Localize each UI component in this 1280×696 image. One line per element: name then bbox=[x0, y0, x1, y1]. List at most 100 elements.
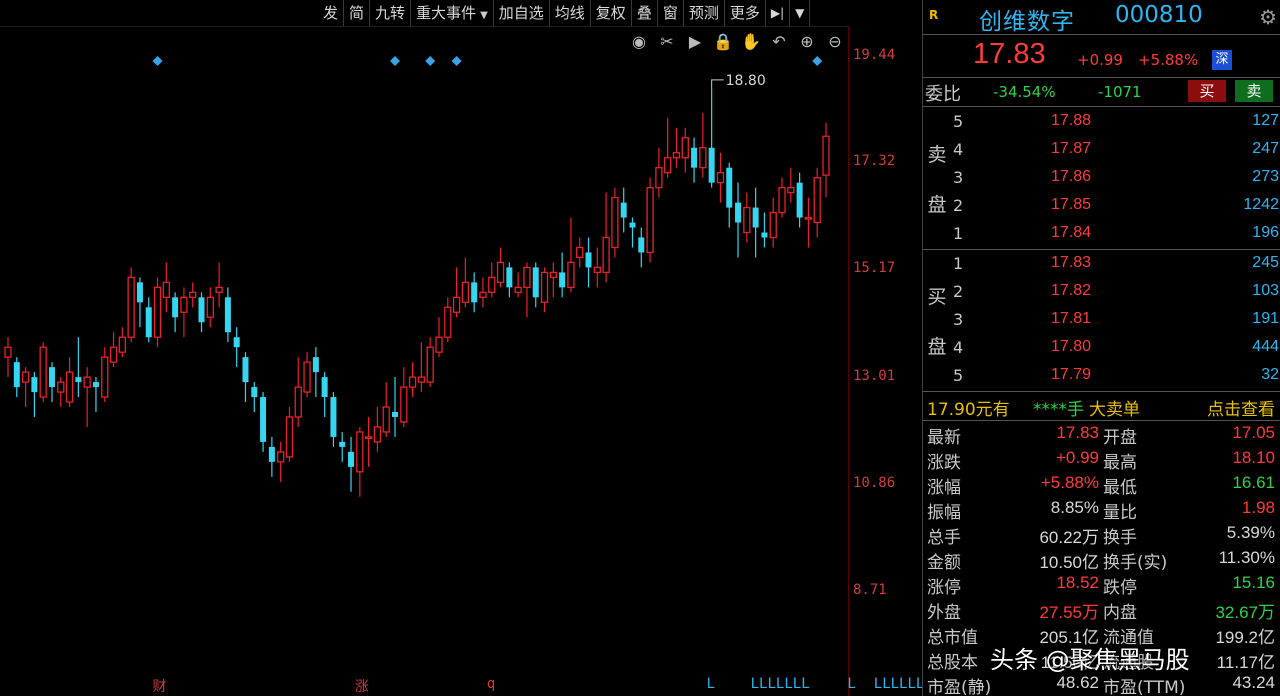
quote-value: 199.2亿 bbox=[1215, 628, 1275, 647]
event-mark[interactable]: 财 bbox=[153, 676, 167, 696]
buy-button[interactable]: 买 bbox=[1188, 80, 1226, 102]
quote-row: 外盘 27.55万 内盘 32.67万 bbox=[923, 596, 1280, 623]
kline-chart-pane[interactable]: 发简九转 重大事件 ▼ 加自选 均线 复权叠窗预测 更多 ▶| ▼ ◉ ✂ ▶ 🔒 ✋ ↶ ⊕ ⊖ 18.80… bbox=[0, 0, 933, 696]
book-price: 17.84 bbox=[1051, 224, 1092, 241]
event-mark[interactable]: L bbox=[707, 676, 715, 692]
book-price: 17.88 bbox=[1051, 112, 1092, 129]
candle bbox=[13, 357, 20, 398]
candle bbox=[611, 187, 619, 258]
candle bbox=[769, 197, 777, 248]
quote-row: 金额 10.50亿 换手(实) 11.30% bbox=[923, 546, 1280, 573]
candle bbox=[224, 287, 231, 343]
price-tick-label: 10.86 bbox=[853, 474, 896, 491]
sell-level-row[interactable]: 1 17.84 196 bbox=[953, 220, 1279, 248]
book-level: 2 bbox=[953, 282, 964, 301]
quote-label: 开盘 bbox=[1103, 428, 1137, 448]
peak-annotation-label: 18.80 bbox=[726, 73, 766, 89]
candlestick-chart[interactable]: 18.80 bbox=[0, 0, 848, 696]
sell-level-row[interactable]: 5 17.88 127 bbox=[953, 108, 1279, 136]
signal-diamond-marker[interactable] bbox=[451, 56, 462, 66]
candle bbox=[726, 162, 733, 228]
sell-level-row[interactable]: 3 17.86 273 bbox=[953, 164, 1279, 192]
sell-level-row[interactable]: 4 17.87 247 bbox=[953, 136, 1279, 164]
book-vol: 444 bbox=[1252, 338, 1279, 355]
book-vol: 127 bbox=[1252, 112, 1279, 129]
candle bbox=[172, 292, 179, 333]
candle bbox=[435, 317, 443, 358]
signal-diamond-marker[interactable] bbox=[425, 56, 436, 66]
event-mark[interactable]: L bbox=[847, 676, 855, 692]
stock-name: 创维数字 bbox=[979, 9, 1075, 35]
quote-label: 内盘 bbox=[1103, 603, 1137, 623]
event-mark[interactable]: 涨 bbox=[355, 676, 369, 696]
quote-value: 11.30% bbox=[1218, 548, 1275, 567]
book-level: 3 bbox=[953, 168, 964, 187]
candle bbox=[21, 367, 30, 408]
book-price: 17.85 bbox=[1051, 196, 1092, 213]
event-marks-row: 财涨 q L LLLLLLL L LLLLLLL bbox=[0, 676, 933, 696]
buy-level-row[interactable]: 4 17.80 444 bbox=[953, 334, 1279, 362]
book-vol: 245 bbox=[1252, 254, 1279, 271]
gear-icon[interactable]: ⚙ bbox=[1259, 5, 1277, 29]
buy-level-row[interactable]: 1 17.83 245 bbox=[953, 250, 1279, 278]
candle bbox=[602, 192, 610, 283]
exchange-badge: 深 bbox=[1212, 50, 1232, 70]
event-mark[interactable]: q bbox=[487, 676, 495, 692]
book-price: 17.81 bbox=[1051, 310, 1092, 327]
candle bbox=[417, 342, 426, 393]
buy-level-row[interactable]: 3 17.81 191 bbox=[953, 306, 1279, 334]
buy-level-row[interactable]: 5 17.79 32 bbox=[953, 362, 1279, 390]
order-ratio-diff: -1071 bbox=[1098, 83, 1142, 101]
quote-value: 60.22万 bbox=[1039, 528, 1099, 547]
quote-value: 1.98 bbox=[1241, 498, 1275, 517]
sell-level-row[interactable]: 2 17.85 1242 bbox=[953, 192, 1279, 220]
candle bbox=[206, 287, 214, 328]
signal-diamond-marker[interactable] bbox=[390, 56, 401, 66]
quote-row: 涨幅 +5.88% 最低 16.61 bbox=[923, 471, 1280, 498]
candle bbox=[593, 247, 601, 288]
candle bbox=[136, 277, 143, 328]
candle bbox=[488, 262, 496, 298]
candle bbox=[549, 262, 557, 298]
candle bbox=[681, 127, 689, 173]
candle bbox=[804, 197, 813, 248]
stock-title-row: R 创维数字 000810 ⚙ bbox=[923, 0, 1280, 35]
book-level: 4 bbox=[953, 140, 964, 159]
book-vol: 32 bbox=[1261, 366, 1279, 383]
candle bbox=[145, 297, 152, 343]
signal-diamond-marker[interactable] bbox=[152, 56, 163, 66]
buy-level-row[interactable]: 2 17.82 103 bbox=[953, 278, 1279, 306]
candle bbox=[153, 277, 162, 348]
candle bbox=[664, 117, 672, 178]
quote-label: 涨停 bbox=[927, 578, 961, 598]
candle bbox=[285, 407, 294, 462]
candle bbox=[506, 262, 513, 298]
book-level: 1 bbox=[953, 224, 964, 243]
sell-button[interactable]: 卖 bbox=[1235, 80, 1273, 102]
candle bbox=[75, 337, 82, 398]
event-mark[interactable]: LLLLLLL bbox=[751, 676, 810, 692]
buy-order-book: 买 盘 1 17.83 245 2 17.82 103 3 17.81 191 4 17.80 444… bbox=[923, 250, 1280, 390]
candle bbox=[189, 282, 197, 308]
candle bbox=[109, 332, 118, 368]
candle bbox=[39, 342, 47, 403]
candle bbox=[303, 352, 311, 398]
candle bbox=[646, 177, 654, 263]
book-vol: 191 bbox=[1252, 310, 1279, 327]
quote-value: 5.39% bbox=[1226, 523, 1275, 542]
candle bbox=[752, 187, 759, 258]
book-vol: 103 bbox=[1252, 282, 1279, 299]
candle bbox=[585, 237, 592, 288]
candle bbox=[452, 267, 461, 318]
signal-diamond-marker[interactable] bbox=[812, 56, 823, 66]
candle bbox=[48, 362, 55, 403]
candle bbox=[496, 247, 505, 288]
book-price: 17.82 bbox=[1051, 282, 1092, 299]
quote-value: 43.24 bbox=[1232, 673, 1275, 692]
big-order-view-link[interactable]: 点击查看 bbox=[1207, 395, 1275, 420]
candle bbox=[514, 272, 522, 298]
last-price: 17.83 bbox=[973, 38, 1046, 70]
candle bbox=[471, 272, 478, 313]
candle bbox=[118, 327, 126, 358]
candle bbox=[83, 367, 91, 427]
